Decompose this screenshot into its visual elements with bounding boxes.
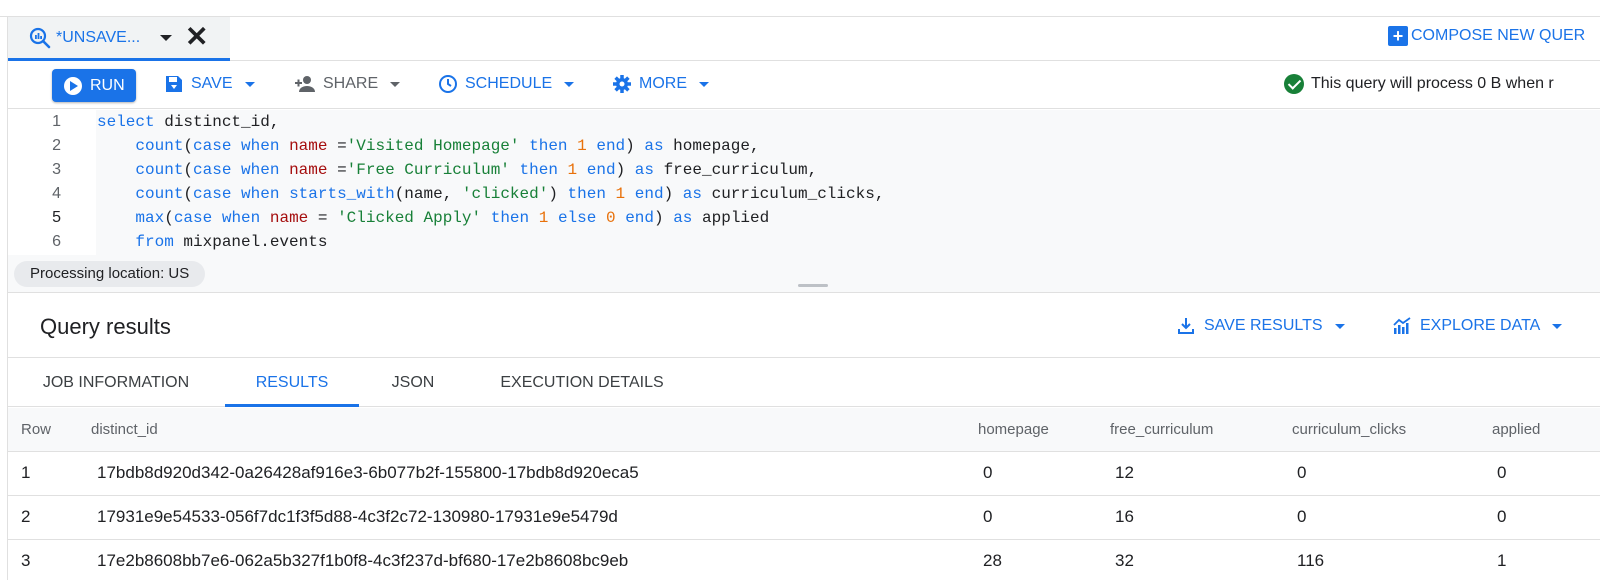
query-toolbar: RUN SAVE SHARE SCHEDULE MORE This query … bbox=[8, 61, 1600, 109]
query-validator-status: This query will process 0 B when r bbox=[1284, 74, 1554, 94]
line-number: 3 bbox=[52, 161, 61, 178]
code-text[interactable]: max(case when name = 'Clicked Apply' the… bbox=[97, 206, 769, 230]
download-icon bbox=[1178, 318, 1194, 334]
cell-homepage: 0 bbox=[983, 463, 993, 482]
share-label: SHARE bbox=[323, 75, 379, 92]
run-label: RUN bbox=[90, 76, 125, 94]
explore-data-button[interactable]: EXPLORE DATA bbox=[1392, 316, 1563, 336]
person-add-icon bbox=[295, 76, 315, 92]
cell-distinct-id: 17bdb8d920d342-0a26428af916e3-6b077b2f-1… bbox=[97, 463, 639, 482]
save-label: SAVE bbox=[191, 75, 233, 92]
code-line: 3 count(case when name ='Free Curriculum… bbox=[8, 158, 1600, 182]
add-box-icon: + bbox=[1388, 26, 1408, 46]
cell-distinct-id: 17e2b8608bb7e6-062a5b327f1b0f8-4c3f237d-… bbox=[97, 551, 629, 570]
compose-new-query-button[interactable]: + COMPOSE NEW QUER bbox=[1388, 26, 1585, 46]
window-top-bar bbox=[0, 0, 1600, 17]
column-header-curriculum-clicks[interactable]: curriculum_clicks bbox=[1292, 421, 1406, 438]
save-results-button[interactable]: SAVE RESULTS bbox=[1176, 316, 1345, 336]
cell-curriculum-clicks: 0 bbox=[1297, 463, 1307, 482]
code-text[interactable]: count(case when starts_with(name, 'click… bbox=[97, 182, 884, 206]
play-icon bbox=[64, 76, 82, 95]
more-button[interactable]: MORE bbox=[612, 74, 709, 94]
cell-distinct-id: 17931e9e54533-056f7dc1f3f5d88-4c3f2c72-1… bbox=[97, 507, 618, 526]
chevron-down-icon[interactable] bbox=[160, 35, 172, 41]
code-text[interactable]: count(case when name ='Free Curriculum' … bbox=[97, 158, 817, 182]
clock-icon bbox=[439, 75, 457, 93]
sql-editor[interactable]: 1 select distinct_id, 2 count(case when … bbox=[8, 110, 1600, 255]
results-header: Query results SAVE RESULTS EXPLORE DATA bbox=[8, 294, 1600, 358]
cell-applied: 1 bbox=[1497, 551, 1507, 570]
table-row: 1 17bdb8d920d342-0a26428af916e3-6b077b2f… bbox=[8, 452, 1600, 496]
status-text: This query will process 0 B when r bbox=[1311, 75, 1554, 92]
save-results-label: SAVE RESULTS bbox=[1204, 317, 1323, 334]
schedule-button[interactable]: SCHEDULE bbox=[438, 74, 575, 94]
cell-homepage: 0 bbox=[983, 507, 993, 526]
save-icon bbox=[166, 76, 182, 92]
share-button[interactable]: SHARE bbox=[294, 74, 401, 94]
cell-free-curriculum: 32 bbox=[1115, 551, 1134, 570]
insights-icon bbox=[1393, 317, 1411, 334]
line-number: 1 bbox=[52, 113, 61, 130]
resize-handle[interactable] bbox=[798, 284, 828, 287]
chevron-down-icon bbox=[564, 81, 575, 87]
cell-row: 1 bbox=[21, 463, 31, 482]
gear-icon bbox=[613, 75, 631, 93]
query-tab-bar: *UNSAVE... ✕ + COMPOSE NEW QUER bbox=[8, 17, 1600, 61]
column-header-row[interactable]: Row bbox=[21, 421, 51, 438]
line-number: 4 bbox=[52, 185, 61, 202]
cell-homepage: 28 bbox=[983, 551, 1002, 570]
chevron-down-icon bbox=[699, 81, 709, 87]
tab-json[interactable]: JSON bbox=[388, 359, 438, 407]
more-label: MORE bbox=[639, 75, 687, 92]
code-line: 4 count(case when starts_with(name, 'cli… bbox=[8, 182, 1600, 206]
tab-results[interactable]: RESULTS bbox=[225, 359, 359, 407]
column-header-homepage[interactable]: homepage bbox=[978, 421, 1049, 438]
tab-job-information[interactable]: JOB INFORMATION bbox=[40, 359, 192, 407]
line-number: 6 bbox=[52, 233, 61, 250]
query-tab[interactable]: *UNSAVE... ✕ bbox=[8, 17, 230, 61]
chevron-down-icon bbox=[390, 81, 401, 87]
line-number: 5 bbox=[52, 209, 61, 226]
code-text[interactable]: select distinct_id, bbox=[97, 110, 279, 134]
compose-label: COMPOSE NEW QUER bbox=[1411, 27, 1586, 44]
cell-free-curriculum: 12 bbox=[1115, 463, 1134, 482]
cell-applied: 0 bbox=[1497, 507, 1507, 526]
code-line: 2 count(case when name ='Visited Homepag… bbox=[8, 134, 1600, 158]
column-header-distinct-id[interactable]: distinct_id bbox=[91, 421, 158, 438]
table-row: 2 17931e9e54533-056f7dc1f3f5d88-4c3f2c72… bbox=[8, 496, 1600, 540]
close-icon[interactable]: ✕ bbox=[185, 23, 208, 51]
cell-curriculum-clicks: 116 bbox=[1297, 551, 1325, 570]
chevron-down-icon bbox=[244, 81, 255, 87]
results-tabs: JOB INFORMATION RESULTS JSON EXECUTION D… bbox=[8, 359, 1600, 407]
schedule-label: SCHEDULE bbox=[465, 75, 553, 92]
cell-row: 2 bbox=[21, 507, 31, 526]
explore-data-label: EXPLORE DATA bbox=[1420, 317, 1541, 334]
column-header-applied[interactable]: applied bbox=[1492, 421, 1540, 438]
line-number: 2 bbox=[52, 137, 61, 154]
cell-applied: 0 bbox=[1497, 463, 1507, 482]
table-row: 3 17e2b8608bb7e6-062a5b327f1b0f8-4c3f237… bbox=[8, 540, 1600, 580]
tab-execution-details[interactable]: EXECUTION DETAILS bbox=[498, 359, 666, 407]
cell-free-curriculum: 16 bbox=[1115, 507, 1134, 526]
query-icon bbox=[29, 27, 51, 49]
code-line: 6 from mixpanel.events bbox=[8, 230, 1600, 254]
chevron-down-icon bbox=[1334, 323, 1345, 329]
query-tab-title: *UNSAVE... bbox=[56, 29, 141, 46]
code-text[interactable]: from mixpanel.events bbox=[97, 230, 327, 254]
code-line: 5 max(case when name = 'Clicked Apply' t… bbox=[8, 206, 1600, 230]
results-title: Query results bbox=[40, 314, 171, 339]
table-header: Row distinct_id homepage free_curriculum… bbox=[8, 408, 1600, 452]
check-circle-icon bbox=[1284, 74, 1304, 94]
chevron-down-icon bbox=[1552, 323, 1563, 329]
processing-bar: Processing location: US bbox=[8, 255, 1600, 293]
code-line: 1 select distinct_id, bbox=[8, 110, 1600, 134]
cell-row: 3 bbox=[21, 551, 31, 570]
save-button[interactable]: SAVE bbox=[164, 74, 255, 94]
cell-curriculum-clicks: 0 bbox=[1297, 507, 1307, 526]
processing-location-chip[interactable]: Processing location: US bbox=[14, 261, 206, 287]
run-button[interactable]: RUN bbox=[52, 69, 136, 102]
code-text[interactable]: count(case when name ='Visited Homepage'… bbox=[97, 134, 759, 158]
column-header-free-curriculum[interactable]: free_curriculum bbox=[1110, 421, 1213, 438]
